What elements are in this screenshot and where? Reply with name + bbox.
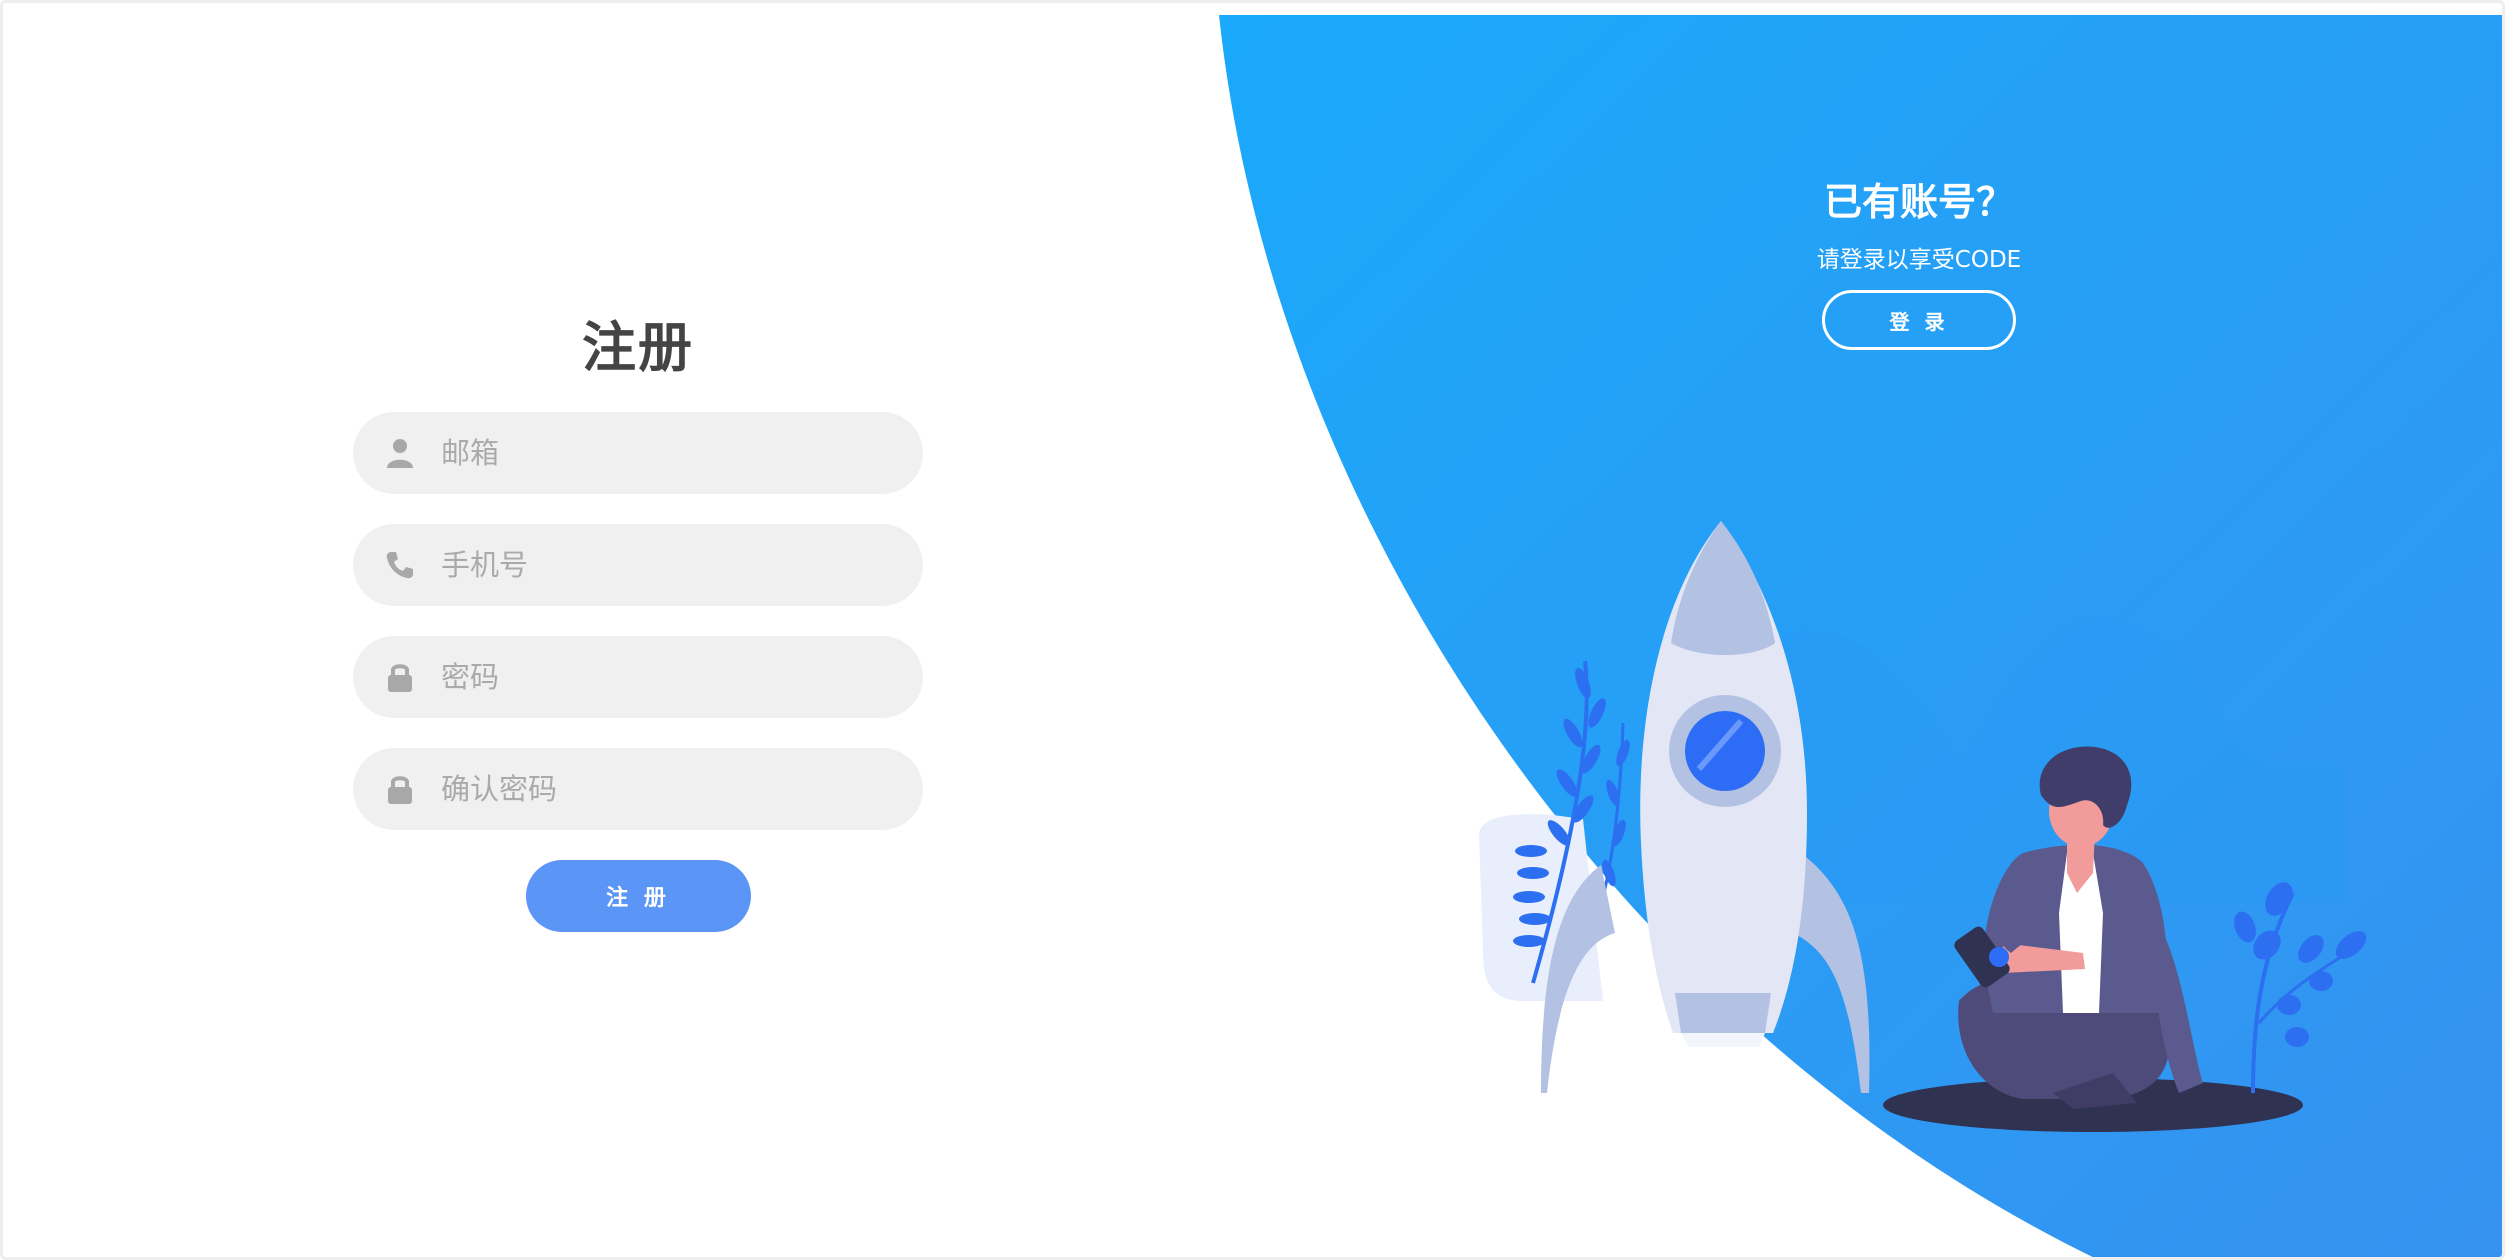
lock-icon xyxy=(385,662,415,692)
user-icon xyxy=(385,438,415,468)
email-field[interactable] xyxy=(353,412,923,494)
login-button[interactable]: 登 录 xyxy=(1822,290,2016,350)
phone-icon xyxy=(385,550,415,580)
email-input[interactable] xyxy=(439,435,873,471)
confirm-password-input[interactable] xyxy=(439,771,873,807)
phone-field[interactable] xyxy=(353,524,923,606)
rocket-illustration xyxy=(1463,513,2383,1163)
promo-heading: 已有账号？ xyxy=(1823,180,2014,224)
password-field[interactable] xyxy=(353,636,923,718)
promo-subtext: 请登录以享受CODE xyxy=(1816,247,2022,273)
login-promo: 已有账号？ 请登录以享受CODE 登 录 xyxy=(1719,171,2119,350)
confirm-password-field[interactable] xyxy=(353,748,923,830)
lock-icon xyxy=(385,774,415,804)
password-input[interactable] xyxy=(439,659,873,695)
register-button[interactable]: 注 册 xyxy=(525,860,751,932)
person-illustration xyxy=(1954,746,2203,1109)
register-title: 注册 xyxy=(582,316,694,379)
register-form: 注册 注 册 xyxy=(353,303,923,932)
phone-input[interactable] xyxy=(439,547,873,583)
app-window: 注册 注 册 xyxy=(0,0,2505,1260)
